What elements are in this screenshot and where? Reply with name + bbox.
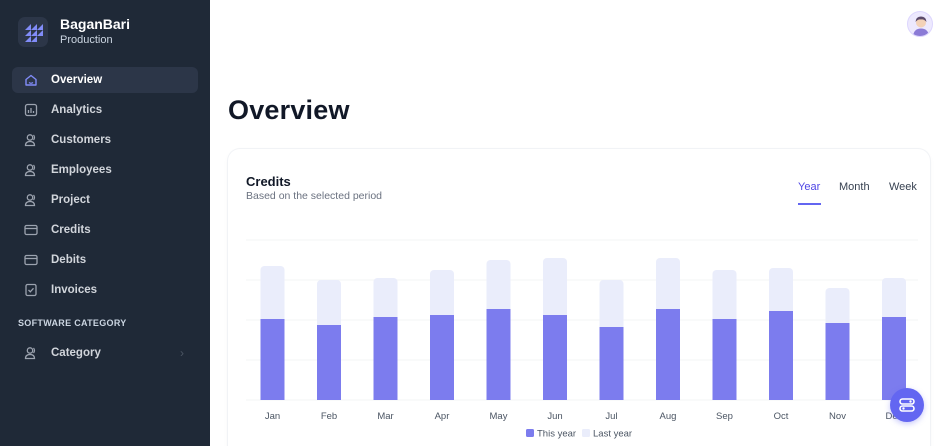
sidebar-nav: Overview Analytics Customers Employees P… xyxy=(12,67,198,307)
sidebar: BaganBari Production Overview Analytics … xyxy=(0,0,210,446)
sidebar-item-debits[interactable]: Debits xyxy=(12,247,198,273)
sidebar-item-invoices[interactable]: Invoices xyxy=(12,277,198,303)
credits-bar-chart: JanFebMarAprMayJunJulAugSepOctNovDecThis… xyxy=(246,239,918,440)
sidebar-item-label: Credits xyxy=(51,224,91,236)
legend-label-last-year: Last year xyxy=(593,429,632,440)
bar-last-year xyxy=(599,280,624,333)
bar-last-year xyxy=(260,266,285,325)
sidebar-item-label: Category xyxy=(51,347,101,359)
x-tick-label: Sep xyxy=(716,411,733,422)
sidebar-item-label: Customers xyxy=(51,134,112,146)
x-tick-label: Nov xyxy=(829,411,846,422)
bar-this-year xyxy=(430,315,454,400)
home-icon xyxy=(24,73,38,87)
x-tick-label: May xyxy=(490,411,508,422)
avatar[interactable] xyxy=(907,11,933,37)
page-title: Overview xyxy=(228,95,350,125)
x-tick-label: Apr xyxy=(435,411,450,422)
bar-this-year xyxy=(769,311,793,400)
legend-swatch-last-year xyxy=(582,429,590,437)
x-tick-label: Feb xyxy=(321,411,337,422)
sidebar-item-overview[interactable]: Overview xyxy=(12,67,198,93)
bar-chart-icon xyxy=(24,103,38,117)
chevron-right-icon: › xyxy=(180,346,184,360)
bar-last-year xyxy=(712,270,737,325)
user-icon xyxy=(24,133,38,147)
sidebar-item-project[interactable]: Project xyxy=(12,187,198,213)
brand-name: BaganBari xyxy=(60,16,131,32)
sidebar-item-label: Employees xyxy=(51,164,112,176)
bar-this-year xyxy=(825,323,850,400)
bar-last-year xyxy=(543,258,567,321)
brand-subtitle: Production xyxy=(60,34,113,46)
credit-card-icon xyxy=(24,253,38,267)
sidebar-category-nav: Category › xyxy=(12,340,198,370)
x-tick-label: Mar xyxy=(377,411,393,422)
bar-this-year xyxy=(486,309,511,400)
legend-swatch-this-year xyxy=(526,429,534,437)
legend-label-this-year: This year xyxy=(537,429,576,440)
sidebar-item-customers[interactable]: Customers xyxy=(12,127,198,153)
bar-this-year xyxy=(260,319,285,400)
credits-card: Credits Based on the selected period Yea… xyxy=(228,149,930,446)
x-tick-label: Aug xyxy=(660,411,677,422)
settings-fab-button[interactable] xyxy=(890,388,924,422)
bar-last-year xyxy=(656,258,680,315)
bar-this-year xyxy=(373,317,398,400)
sidebar-item-category[interactable]: Category › xyxy=(12,340,198,366)
bar-last-year xyxy=(373,278,398,323)
sidebar-item-employees[interactable]: Employees xyxy=(12,157,198,183)
user-icon xyxy=(24,193,38,207)
bar-this-year xyxy=(599,327,624,400)
bar-last-year xyxy=(430,270,454,321)
x-tick-label: Jun xyxy=(547,411,562,422)
bar-last-year xyxy=(825,288,850,329)
bar-this-year xyxy=(543,315,567,400)
bar-last-year xyxy=(769,268,793,317)
user-icon xyxy=(24,163,38,177)
bar-last-year xyxy=(882,278,906,323)
bar-this-year xyxy=(317,325,341,400)
user-icon xyxy=(24,346,38,360)
brand-logo-icon xyxy=(18,16,48,47)
sliders-icon xyxy=(899,398,915,412)
bar-this-year xyxy=(712,319,737,400)
invoice-icon xyxy=(24,283,38,297)
x-tick-label: Jul xyxy=(605,411,617,422)
x-tick-label: Jan xyxy=(265,411,280,422)
sidebar-item-label: Project xyxy=(51,194,90,206)
sidebar-item-label: Debits xyxy=(51,254,87,266)
sidebar-item-analytics[interactable]: Analytics xyxy=(12,97,198,123)
x-tick-label: Oct xyxy=(774,411,789,422)
bar-this-year xyxy=(656,309,680,400)
bar-last-year xyxy=(317,280,341,331)
sidebar-item-label: Analytics xyxy=(51,104,103,116)
bar-last-year xyxy=(486,260,511,315)
section-title: SOFTWARE CATEGORY xyxy=(18,318,127,328)
brand[interactable]: BaganBari Production xyxy=(18,16,130,47)
sidebar-item-credits[interactable]: Credits xyxy=(12,217,198,243)
sidebar-item-label: Invoices xyxy=(51,284,98,296)
credit-card-icon xyxy=(24,223,38,237)
sidebar-item-label: Overview xyxy=(51,74,103,86)
